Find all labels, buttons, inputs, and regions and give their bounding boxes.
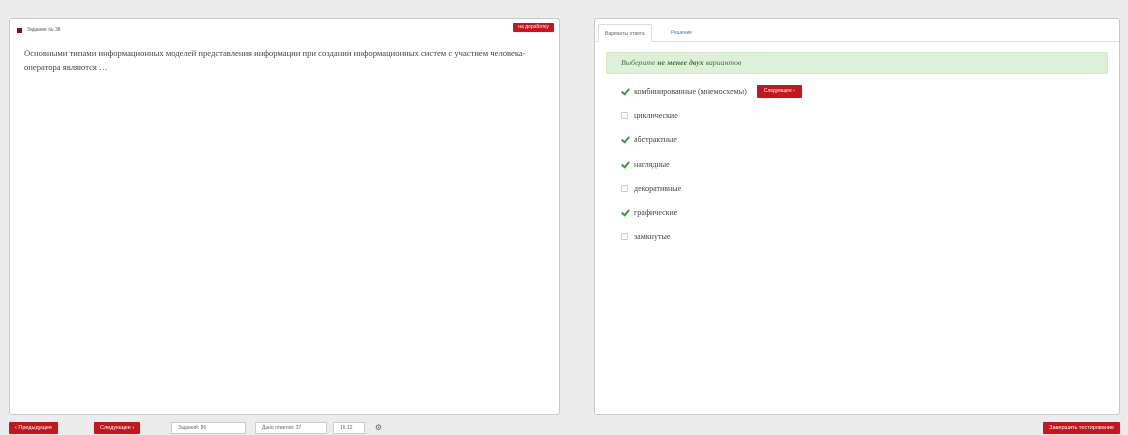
prev-button[interactable]: ‹ Предыдущее xyxy=(9,422,59,434)
tab-answer-options[interactable]: Варианты ответа xyxy=(598,24,652,42)
option-item[interactable]: наглядные xyxy=(621,152,802,176)
question-text: Основными типами информационных моделей … xyxy=(24,48,526,72)
option-label: декоративные xyxy=(634,183,682,193)
checkbox[interactable] xyxy=(621,233,628,241)
task-header: Задание № 38 xyxy=(17,25,61,35)
option-label: замкнутые xyxy=(634,232,671,242)
flag-for-review-button[interactable]: на доработку xyxy=(513,23,554,32)
checkbox[interactable] xyxy=(621,111,628,119)
option-item[interactable]: декоративные xyxy=(621,176,802,200)
finish-test-button[interactable]: Завершить тестирование xyxy=(1043,422,1120,434)
checkbox[interactable] xyxy=(621,209,628,216)
option-label: графические xyxy=(634,208,678,218)
checkbox[interactable] xyxy=(621,161,628,168)
task-marker-icon xyxy=(17,27,22,33)
option-item[interactable]: абстрактные xyxy=(621,128,802,152)
answer-panel: Варианты ответа Решение Выберите не мене… xyxy=(594,18,1120,415)
task-panel: Задание № 38 на доработку Основными типа… xyxy=(9,18,560,415)
bottom-bar: ‹ Предыдущее Следующее › Заданий: 86 Дан… xyxy=(0,422,1128,435)
next-inline-button[interactable]: Следующее › xyxy=(756,84,802,98)
checkbox[interactable] xyxy=(621,184,628,192)
checkbox[interactable] xyxy=(621,136,628,143)
option-label: комбинированные (мнемосхемы) xyxy=(634,86,747,96)
tasks-count: Заданий: 86 xyxy=(171,422,246,434)
answer-tabs: Варианты ответа Решение xyxy=(595,19,1119,42)
gear-icon[interactable]: ⚙ xyxy=(374,423,383,432)
option-label: наглядные xyxy=(634,159,670,169)
answer-options-list: комбинированные (мнемосхемы) Следующее ›… xyxy=(621,79,802,249)
timer: 16:12 xyxy=(333,422,365,434)
option-item[interactable]: замкнутые xyxy=(621,225,802,249)
task-number: Задание № 38 xyxy=(27,27,61,33)
answers-count: Дано ответов: 37 xyxy=(255,422,327,434)
option-label: абстрактные xyxy=(634,135,677,145)
hint-prefix: Выберите xyxy=(621,58,658,67)
checkbox[interactable] xyxy=(621,88,628,95)
option-label: циклические xyxy=(634,110,678,120)
option-item[interactable]: графические xyxy=(621,200,802,224)
next-button[interactable]: Следующее › xyxy=(94,422,141,434)
tab-solution[interactable]: Решение xyxy=(665,24,698,42)
option-item[interactable]: комбинированные (мнемосхемы) Следующее › xyxy=(621,79,802,103)
selection-hint: Выберите не менее двух вариантов xyxy=(606,52,1108,74)
hint-emphasis: не менее двух xyxy=(657,58,704,67)
hint-suffix: вариантов xyxy=(703,58,742,67)
option-item[interactable]: циклические xyxy=(621,103,802,127)
